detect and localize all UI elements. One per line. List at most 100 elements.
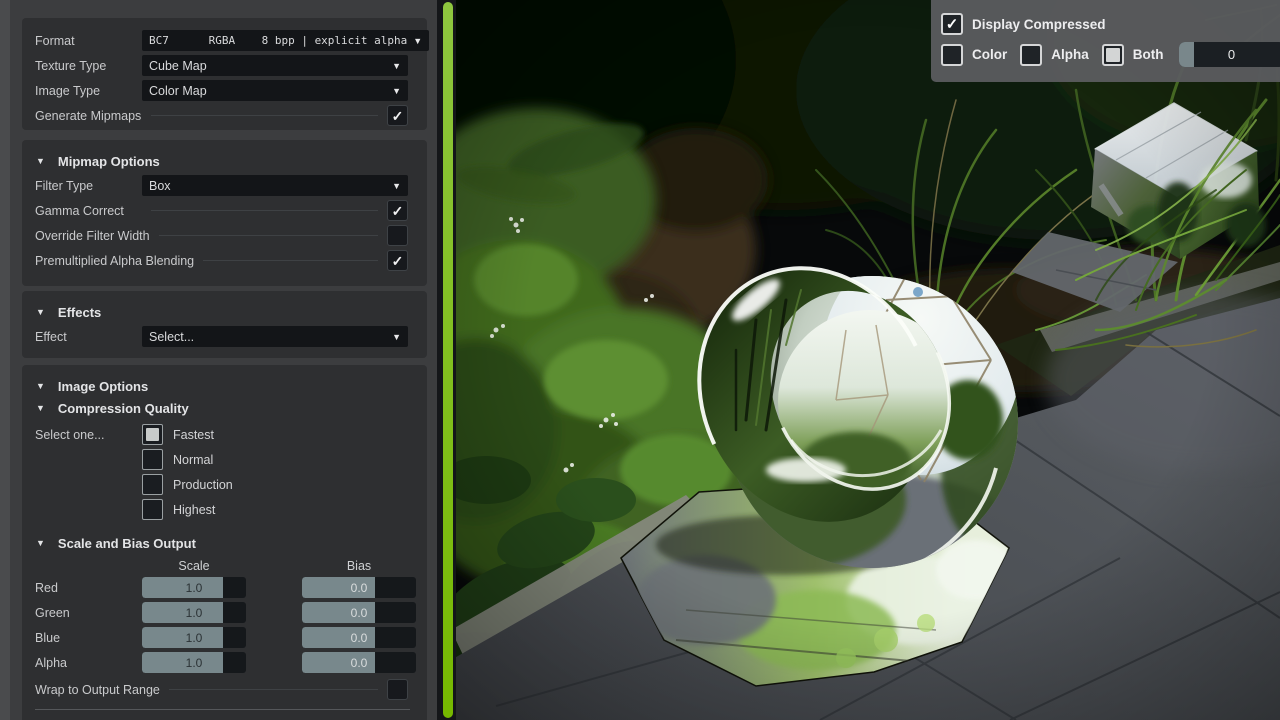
- channel-select-row: ✓ Color ✓ Alpha ✓ Both 0 Mip: [941, 42, 1280, 67]
- mip-slider[interactable]: 0: [1179, 42, 1280, 67]
- format-value: BC7 RGBA 8 bpp | explicit alpha: [149, 34, 407, 47]
- channel-both-checkbox[interactable]: ✓: [1102, 44, 1124, 66]
- scale-column-header: Scale: [142, 559, 246, 573]
- scale-bias-header[interactable]: ▼ Scale and Bias Output: [36, 535, 408, 551]
- wrap-output-range-label: Wrap to Output Range: [35, 683, 160, 697]
- channel-alpha-label: Alpha: [1051, 47, 1089, 62]
- effect-label: Effect: [35, 330, 142, 344]
- scale-bias-row-green: Green 1.0 0.0: [35, 602, 408, 623]
- chevron-down-icon: ▼: [392, 332, 401, 342]
- viewport-3d-preview[interactable]: [456, 0, 1280, 720]
- texture-type-label: Texture Type: [35, 59, 142, 73]
- quality-option-production[interactable]: Production: [142, 472, 408, 497]
- compression-quality-header[interactable]: ▼ Compression Quality: [36, 400, 408, 416]
- effects-section: ▼ Effects Effect Select... ▼: [22, 291, 427, 358]
- collapse-triangle-icon: ▼: [36, 538, 45, 548]
- radio-highest[interactable]: [142, 499, 163, 520]
- filter-type-dropdown[interactable]: Box ▼: [142, 175, 408, 196]
- collapse-triangle-icon: ▼: [36, 307, 45, 317]
- image-options-section: ▼ Image Options ▼ Compression Quality Se…: [22, 365, 427, 720]
- display-compressed-checkbox[interactable]: ✓: [941, 13, 963, 35]
- format-row: Format BC7 RGBA 8 bpp | explicit alpha ▼: [35, 30, 408, 51]
- scale-bias-row-blue: Blue 1.0 0.0: [35, 627, 408, 648]
- leader-line: [169, 689, 378, 690]
- wrap-output-range-checkbox[interactable]: ✓: [387, 679, 408, 700]
- red-bias-slider[interactable]: 0.0: [302, 577, 416, 598]
- premultiplied-alpha-label: Premultiplied Alpha Blending: [35, 254, 194, 268]
- green-scale-slider[interactable]: 1.0: [142, 602, 246, 623]
- image-type-label: Image Type: [35, 84, 142, 98]
- effect-row: Effect Select... ▼: [35, 326, 408, 347]
- chevron-down-icon: ▼: [392, 61, 401, 71]
- channel-color-checkbox[interactable]: ✓: [941, 44, 963, 66]
- effect-dropdown[interactable]: Select... ▼: [142, 326, 408, 347]
- quality-option-highest[interactable]: Highest: [142, 497, 408, 522]
- section-divider: [35, 709, 410, 710]
- leader-line: [203, 260, 378, 261]
- generate-mipmaps-row: Generate Mipmaps ✓: [35, 105, 408, 126]
- premultiplied-alpha-row: Premultiplied Alpha Blending ✓: [35, 250, 408, 271]
- texture-type-row: Texture Type Cube Map ▼: [35, 55, 408, 76]
- filter-type-row: Filter Type Box ▼: [35, 175, 408, 196]
- premultiplied-alpha-checkbox[interactable]: ✓: [387, 250, 408, 271]
- scale-bias-row-red: Red 1.0 0.0: [35, 577, 408, 598]
- leader-line: [151, 115, 378, 116]
- radio-fastest[interactable]: [142, 424, 163, 445]
- display-compressed-label: Display Compressed: [972, 17, 1106, 32]
- quality-prompt: Select one...: [35, 422, 142, 522]
- effects-header[interactable]: ▼ Effects: [36, 304, 408, 320]
- splitter-accent-bar[interactable]: [443, 2, 453, 718]
- leader-line: [151, 210, 378, 211]
- panel-edge-strip: [0, 0, 10, 720]
- chevron-down-icon: ▼: [413, 36, 422, 46]
- channel-both-label: Both: [1133, 47, 1164, 62]
- radio-normal[interactable]: [142, 449, 163, 470]
- viewport-overlay-controls: ✓ Display Compressed ✓ Color ✓ Alpha ✓ B…: [931, 0, 1280, 82]
- alpha-bias-slider[interactable]: 0.0: [302, 652, 416, 673]
- channel-alpha-checkbox[interactable]: ✓: [1020, 44, 1042, 66]
- override-filter-width-row: Override Filter Width ✓: [35, 225, 408, 246]
- override-filter-width-label: Override Filter Width: [35, 229, 150, 243]
- format-dropdown[interactable]: BC7 RGBA 8 bpp | explicit alpha ▼: [142, 30, 429, 51]
- gamma-correct-row: Gamma Correct ✓: [35, 200, 408, 221]
- display-compressed-row: ✓ Display Compressed: [941, 13, 1280, 35]
- scale-bias-row-alpha: Alpha 1.0 0.0: [35, 652, 408, 673]
- bias-column-header: Bias: [302, 559, 416, 573]
- red-scale-slider[interactable]: 1.0: [142, 577, 246, 598]
- chevron-down-icon: ▼: [392, 86, 401, 96]
- radio-production[interactable]: [142, 474, 163, 495]
- image-options-header[interactable]: ▼ Image Options: [36, 378, 408, 394]
- alpha-scale-slider[interactable]: 1.0: [142, 652, 246, 673]
- collapse-triangle-icon: ▼: [36, 403, 45, 413]
- gamma-correct-checkbox[interactable]: ✓: [387, 200, 408, 221]
- image-type-dropdown[interactable]: Color Map ▼: [142, 80, 408, 101]
- panel-splitter[interactable]: [437, 0, 456, 720]
- gamma-correct-label: Gamma Correct: [35, 204, 142, 218]
- generate-mipmaps-label: Generate Mipmaps: [35, 109, 142, 123]
- chevron-down-icon: ▼: [392, 181, 401, 191]
- scale-bias-column-headers: Scale Bias: [35, 559, 408, 573]
- generate-mipmaps-checkbox[interactable]: ✓: [387, 105, 408, 126]
- texture-type-dropdown[interactable]: Cube Map ▼: [142, 55, 408, 76]
- quality-option-normal[interactable]: Normal: [142, 447, 408, 472]
- mipmap-options-header[interactable]: ▼ Mipmap Options: [36, 153, 408, 169]
- garden-scene: [456, 0, 1280, 720]
- format-label: Format: [35, 34, 142, 48]
- check-icon: ✓: [392, 204, 404, 218]
- green-bias-slider[interactable]: 0.0: [302, 602, 416, 623]
- leader-line: [159, 235, 378, 236]
- settings-panel: Format BC7 RGBA 8 bpp | explicit alpha ▼…: [0, 0, 437, 720]
- blue-scale-slider[interactable]: 1.0: [142, 627, 246, 648]
- check-icon: ✓: [946, 17, 959, 32]
- collapse-triangle-icon: ▼: [36, 156, 45, 166]
- image-type-row: Image Type Color Map ▼: [35, 80, 408, 101]
- check-icon: ✓: [392, 254, 404, 268]
- blue-bias-slider[interactable]: 0.0: [302, 627, 416, 648]
- check-icon: ✓: [392, 109, 404, 123]
- filter-type-label: Filter Type: [35, 179, 142, 193]
- collapse-triangle-icon: ▼: [36, 381, 45, 391]
- quality-option-fastest[interactable]: Fastest: [142, 422, 408, 447]
- mipmap-options-section: ▼ Mipmap Options Filter Type Box ▼ Gamma…: [22, 140, 427, 286]
- format-section: Format BC7 RGBA 8 bpp | explicit alpha ▼…: [22, 18, 427, 130]
- override-filter-width-checkbox[interactable]: ✓: [387, 225, 408, 246]
